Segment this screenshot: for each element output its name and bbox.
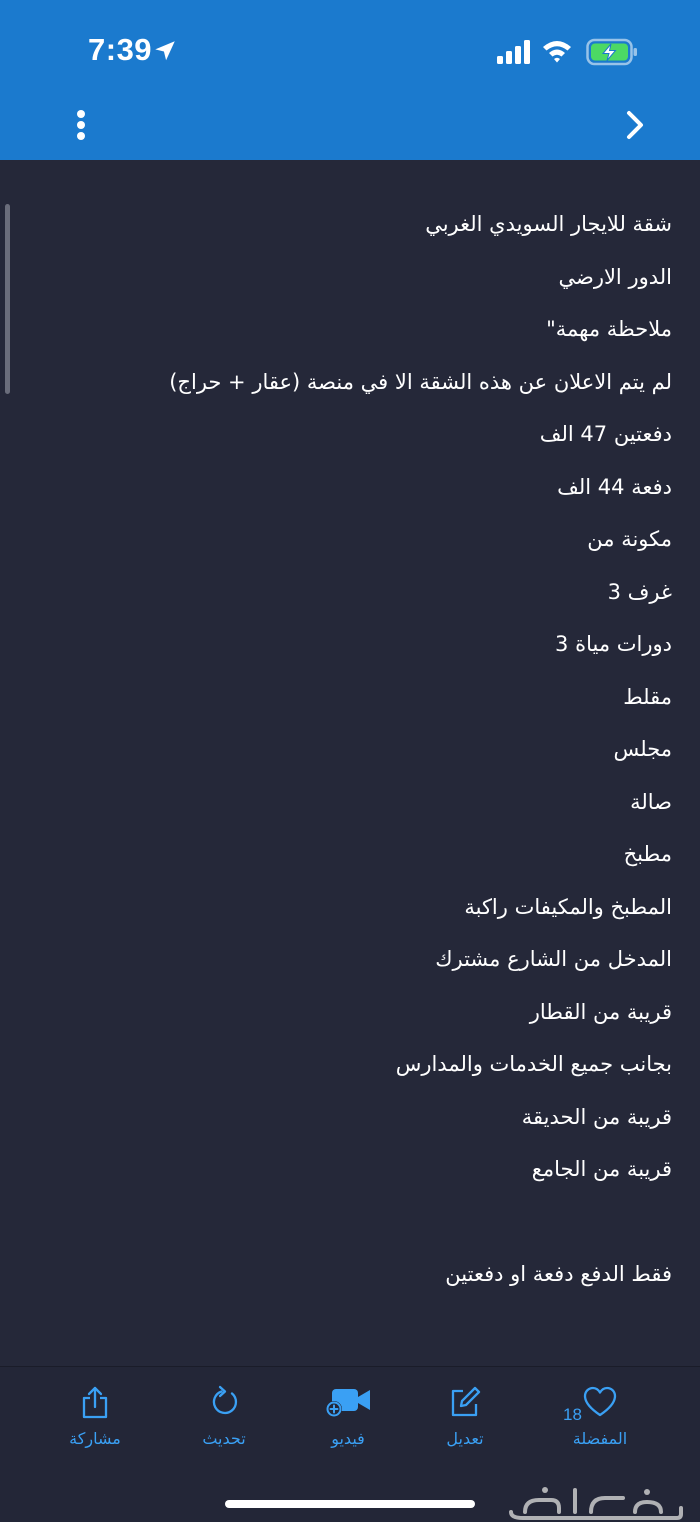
post-line: مكونة من <box>587 527 672 551</box>
post-line: دفعة 44 الف <box>557 474 672 499</box>
wifi-icon <box>543 41 571 63</box>
video-label: فيديو <box>331 1429 365 1448</box>
post-line: مقلط <box>623 684 672 709</box>
cellular-signal-icon <box>497 40 530 64</box>
favorite-button[interactable]: 18 المفضلة <box>545 1383 655 1459</box>
post-line: المطبخ والمكيفات راكبة <box>464 894 672 919</box>
video-button[interactable]: فيديو <box>293 1383 403 1459</box>
post-line: دورات مياة 3 <box>555 632 672 656</box>
post-line: ملاحظة مهمة" <box>546 317 672 341</box>
share-button[interactable]: مشاركة <box>40 1383 150 1459</box>
refresh-button[interactable]: تحديث <box>169 1383 279 1459</box>
post-line: بجانب جميع الخدمات والمدارس <box>395 1052 672 1076</box>
post-text: شقة للايجار السويدي الغربي الدور الارضي … <box>52 204 672 1307</box>
post-line: قريبة من القطار <box>529 999 672 1024</box>
post-line: الدور الارضي <box>558 264 672 289</box>
edit-icon <box>451 1386 481 1417</box>
post-line: صالة <box>630 789 672 814</box>
more-vertical-icon[interactable] <box>66 106 96 146</box>
post-line: مطبخ <box>623 842 672 866</box>
post-line: قريبة من الحديقة <box>521 1104 672 1129</box>
video-camera-add-icon <box>326 1389 370 1417</box>
haraj-logo <box>509 1487 683 1520</box>
post-line: غرف 3 <box>607 579 672 604</box>
share-icon <box>82 1386 108 1419</box>
edit-button[interactable]: تعديل <box>410 1383 520 1459</box>
post-line: فقط الدفع دفعة او دفعتين <box>445 1262 672 1286</box>
home-indicator[interactable] <box>225 1500 475 1508</box>
heart-icon <box>583 1386 617 1417</box>
app-header: 7:39 <box>0 0 700 160</box>
post-line-blank <box>52 1202 672 1255</box>
post-line: مجلس <box>613 737 672 761</box>
post-line: المدخل من الشارع مشترك <box>435 947 672 971</box>
post-line: لم يتم الاعلان عن هذه الشقة الا في منصة … <box>169 369 672 394</box>
post-line: شقة للايجار السويدي الغربي <box>425 212 672 236</box>
status-time: 7:39 <box>88 32 153 67</box>
location-arrow-icon <box>155 41 175 61</box>
scroll-indicator[interactable] <box>5 204 10 394</box>
battery-charging-icon <box>586 38 637 66</box>
chevron-right-icon[interactable] <box>620 106 650 146</box>
post-body: شقة للايجار السويدي الغربي الدور الارضي … <box>0 160 700 1366</box>
post-line: قريبة من الجامع <box>531 1157 672 1181</box>
edit-label: تعديل <box>446 1429 484 1448</box>
post-line: دفعتين 47 الف <box>539 422 672 446</box>
refresh-label: تحديث <box>202 1429 246 1448</box>
favorite-count: 18 <box>563 1405 582 1424</box>
favorite-label: المفضلة <box>572 1429 628 1448</box>
refresh-icon <box>212 1385 238 1415</box>
share-label: مشاركة <box>69 1429 121 1448</box>
